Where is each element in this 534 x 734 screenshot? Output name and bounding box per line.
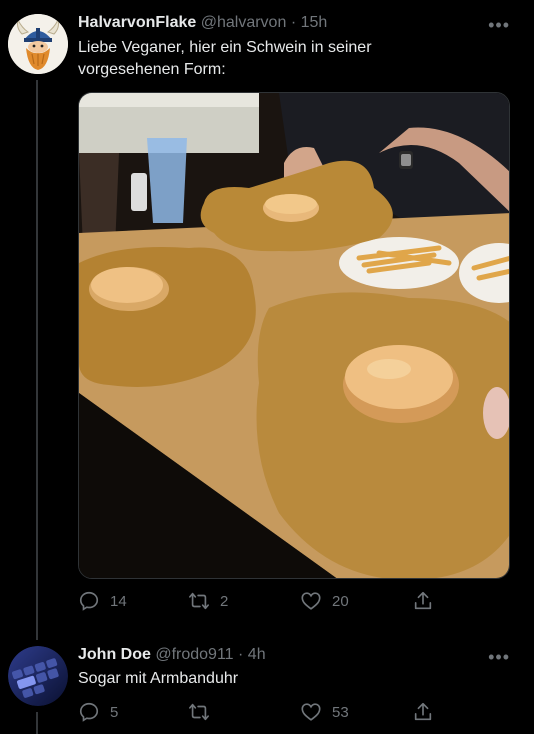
avatar[interactable]	[8, 646, 68, 706]
retweet-button[interactable]: 2	[188, 590, 228, 612]
thread-line	[36, 80, 38, 640]
thread-line-bottom	[36, 712, 38, 734]
reply-count: 5	[110, 703, 119, 721]
food-photo	[79, 93, 509, 578]
reply-actions: 5 53	[78, 701, 448, 725]
more-options-icon[interactable]: •••	[488, 16, 510, 34]
keyboard-photo-icon	[8, 646, 68, 706]
tweet-header: HalvarvonFlake @halvarvon · 15h	[78, 14, 327, 32]
separator-dot: ·	[238, 646, 244, 663]
author-name[interactable]: John Doe	[78, 646, 151, 663]
author-name[interactable]: HalvarvonFlake	[78, 14, 196, 31]
heart-icon	[301, 703, 321, 721]
reply-count: 14	[110, 592, 127, 610]
share-icon	[414, 702, 432, 721]
retweet-icon	[189, 592, 209, 610]
like-button[interactable]: 20	[300, 590, 349, 612]
tweet-media-image[interactable]	[78, 92, 510, 579]
reply-text: Sogar mit Armbanduhr	[78, 668, 498, 690]
timestamp[interactable]: 15h	[301, 14, 328, 31]
like-button[interactable]: 53	[300, 701, 349, 723]
retweet-icon	[189, 703, 209, 721]
share-button[interactable]	[412, 701, 434, 723]
tweet-text: Liebe Veganer, hier ein Schwein in seine…	[78, 37, 498, 81]
reply-icon	[79, 591, 99, 611]
reply-header: John Doe @frodo911 · 4h	[78, 646, 266, 664]
like-count: 20	[332, 592, 349, 610]
share-icon	[414, 591, 432, 610]
separator-dot: ·	[290, 14, 297, 31]
retweet-count: 2	[220, 592, 229, 610]
like-count: 53	[332, 703, 349, 721]
tweet-text-line: Sogar mit Armbanduhr	[78, 670, 239, 687]
reply-button[interactable]: 14	[78, 590, 127, 612]
author-handle[interactable]: @halvarvon	[201, 14, 287, 31]
retweet-button[interactable]	[188, 701, 220, 723]
viking-icon	[8, 14, 68, 74]
reply-icon	[79, 702, 99, 722]
timestamp[interactable]: 4h	[248, 646, 266, 663]
more-options-icon[interactable]: •••	[488, 648, 510, 666]
heart-icon	[301, 592, 321, 610]
share-button[interactable]	[412, 590, 434, 612]
tweet-actions: 14 2 20	[78, 590, 448, 614]
tweet-text-line: vorgesehenen Form:	[78, 61, 226, 78]
reply-button[interactable]: 5	[78, 701, 118, 723]
author-handle[interactable]: @frodo911	[155, 646, 233, 663]
avatar[interactable]	[8, 14, 68, 74]
tweet-text-line: Liebe Veganer, hier ein Schwein in seine…	[78, 39, 372, 56]
